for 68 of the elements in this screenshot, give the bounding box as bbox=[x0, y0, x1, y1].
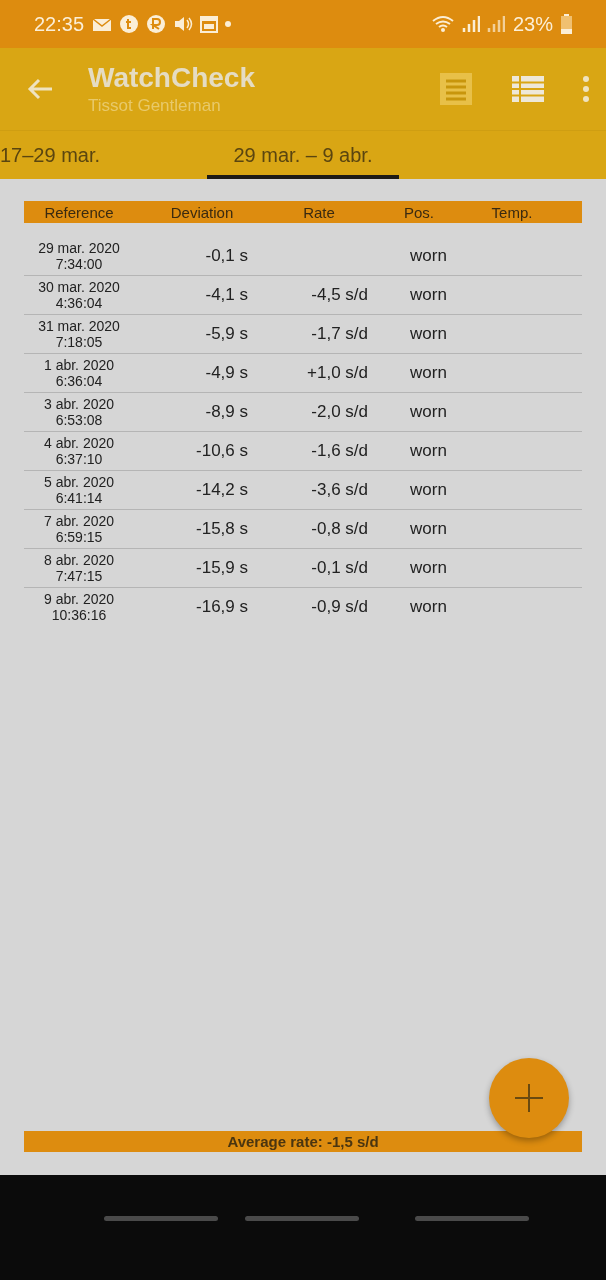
wifi-icon bbox=[430, 14, 455, 34]
deviation-cell-text: -4,1 s bbox=[204, 285, 249, 305]
deviation-cell-text: -5,9 s bbox=[204, 324, 249, 344]
position-cell-text: worn bbox=[409, 363, 448, 383]
plus-icon bbox=[514, 1083, 544, 1113]
reference-cell-text: 31 mar. 2020 7:18:05 bbox=[37, 318, 121, 350]
deviation-cell-text: -15,9 s bbox=[195, 558, 249, 578]
deviation-cell-text: -15,8 s bbox=[195, 519, 249, 539]
battery-percent: 23% bbox=[512, 12, 553, 36]
position-cell-text: worn bbox=[409, 441, 448, 461]
rate-cell-text: -0,8 s/d bbox=[310, 519, 368, 539]
reference-cell-text: 29 mar. 2020 7:34:00 bbox=[37, 240, 121, 272]
position-cell-text: worn bbox=[409, 597, 448, 617]
average-rate-bar: Average rate: -1,5 s/d bbox=[24, 1131, 582, 1152]
position-cell-text: worn bbox=[409, 519, 448, 539]
calendar-icon bbox=[200, 15, 219, 33]
clock-time: 22:35 bbox=[34, 12, 85, 36]
deviation-cell-text: -16,9 s bbox=[195, 597, 249, 617]
rate-cell-text: +1,0 s/d bbox=[306, 363, 368, 383]
position-cell-text: worn bbox=[409, 402, 448, 422]
deviation-cell-text: -8,9 s bbox=[204, 402, 249, 422]
position-cell-text: worn bbox=[409, 285, 448, 305]
add-button[interactable] bbox=[489, 1058, 569, 1138]
column-header: Pos. bbox=[403, 203, 435, 221]
deviation-cell-text: -0,1 s bbox=[204, 246, 249, 266]
signal-icon bbox=[461, 14, 480, 34]
signal-icon bbox=[486, 14, 505, 34]
chat-icon bbox=[119, 14, 140, 34]
rate-cell-text: -1,7 s/d bbox=[310, 324, 368, 344]
app-subtitle: Tissot Gentleman bbox=[88, 96, 222, 116]
position-cell-text: worn bbox=[409, 324, 448, 344]
nav-handle[interactable] bbox=[245, 1216, 359, 1221]
rate-cell-text: -4,5 s/d bbox=[310, 285, 368, 305]
rate-cell-text: -0,1 s/d bbox=[310, 558, 368, 578]
position-cell-text: worn bbox=[409, 246, 448, 266]
rate-cell-text: -1,6 s/d bbox=[310, 441, 368, 461]
column-header: Rate bbox=[302, 203, 336, 221]
reference-cell-text: 9 abr. 2020 10:36:16 bbox=[42, 591, 116, 623]
dot-icon bbox=[225, 21, 232, 27]
rate-cell-text: -2,0 s/d bbox=[310, 402, 368, 422]
position-cell-text: worn bbox=[409, 558, 448, 578]
date-range-tab[interactable]: 29 mar. – 9 abr. bbox=[207, 131, 399, 179]
list-view-icon[interactable] bbox=[438, 71, 474, 107]
more-menu-icon[interactable] bbox=[582, 75, 590, 103]
reference-cell-text: 1 abr. 2020 6:36:04 bbox=[42, 357, 116, 389]
deviation-cell-text: -4,9 s bbox=[204, 363, 249, 383]
reference-cell-text: 30 mar. 2020 4:36:04 bbox=[37, 279, 121, 311]
reference-cell-text: 5 abr. 2020 6:41:14 bbox=[42, 474, 116, 506]
nav-handle[interactable] bbox=[415, 1216, 529, 1221]
position-cell-text: worn bbox=[409, 480, 448, 500]
nav-handle[interactable] bbox=[104, 1216, 218, 1221]
app-title: WatchCheck bbox=[88, 62, 256, 94]
mail-icon bbox=[92, 16, 113, 32]
reference-cell-text: 4 abr. 2020 6:37:10 bbox=[42, 435, 116, 467]
column-header: Reference bbox=[43, 203, 115, 221]
battery-icon bbox=[561, 14, 572, 34]
deviation-cell-text: -14,2 s bbox=[195, 480, 249, 500]
rate-cell-text: -3,6 s/d bbox=[310, 480, 368, 500]
reference-cell-text: 8 abr. 2020 7:47:15 bbox=[42, 552, 116, 584]
column-header: Deviation bbox=[169, 203, 235, 221]
reference-cell-text: 3 abr. 2020 6:53:08 bbox=[42, 396, 116, 428]
app-icon bbox=[146, 14, 167, 34]
date-range-tab[interactable]: 17–29 mar. bbox=[0, 131, 207, 179]
reference-cell-text: 7 abr. 2020 6:59:15 bbox=[42, 513, 116, 545]
column-header: Temp. bbox=[490, 203, 534, 221]
volume-icon bbox=[173, 15, 194, 33]
rate-cell-text: -0,9 s/d bbox=[310, 597, 368, 617]
deviation-cell-text: -10,6 s bbox=[195, 441, 249, 461]
